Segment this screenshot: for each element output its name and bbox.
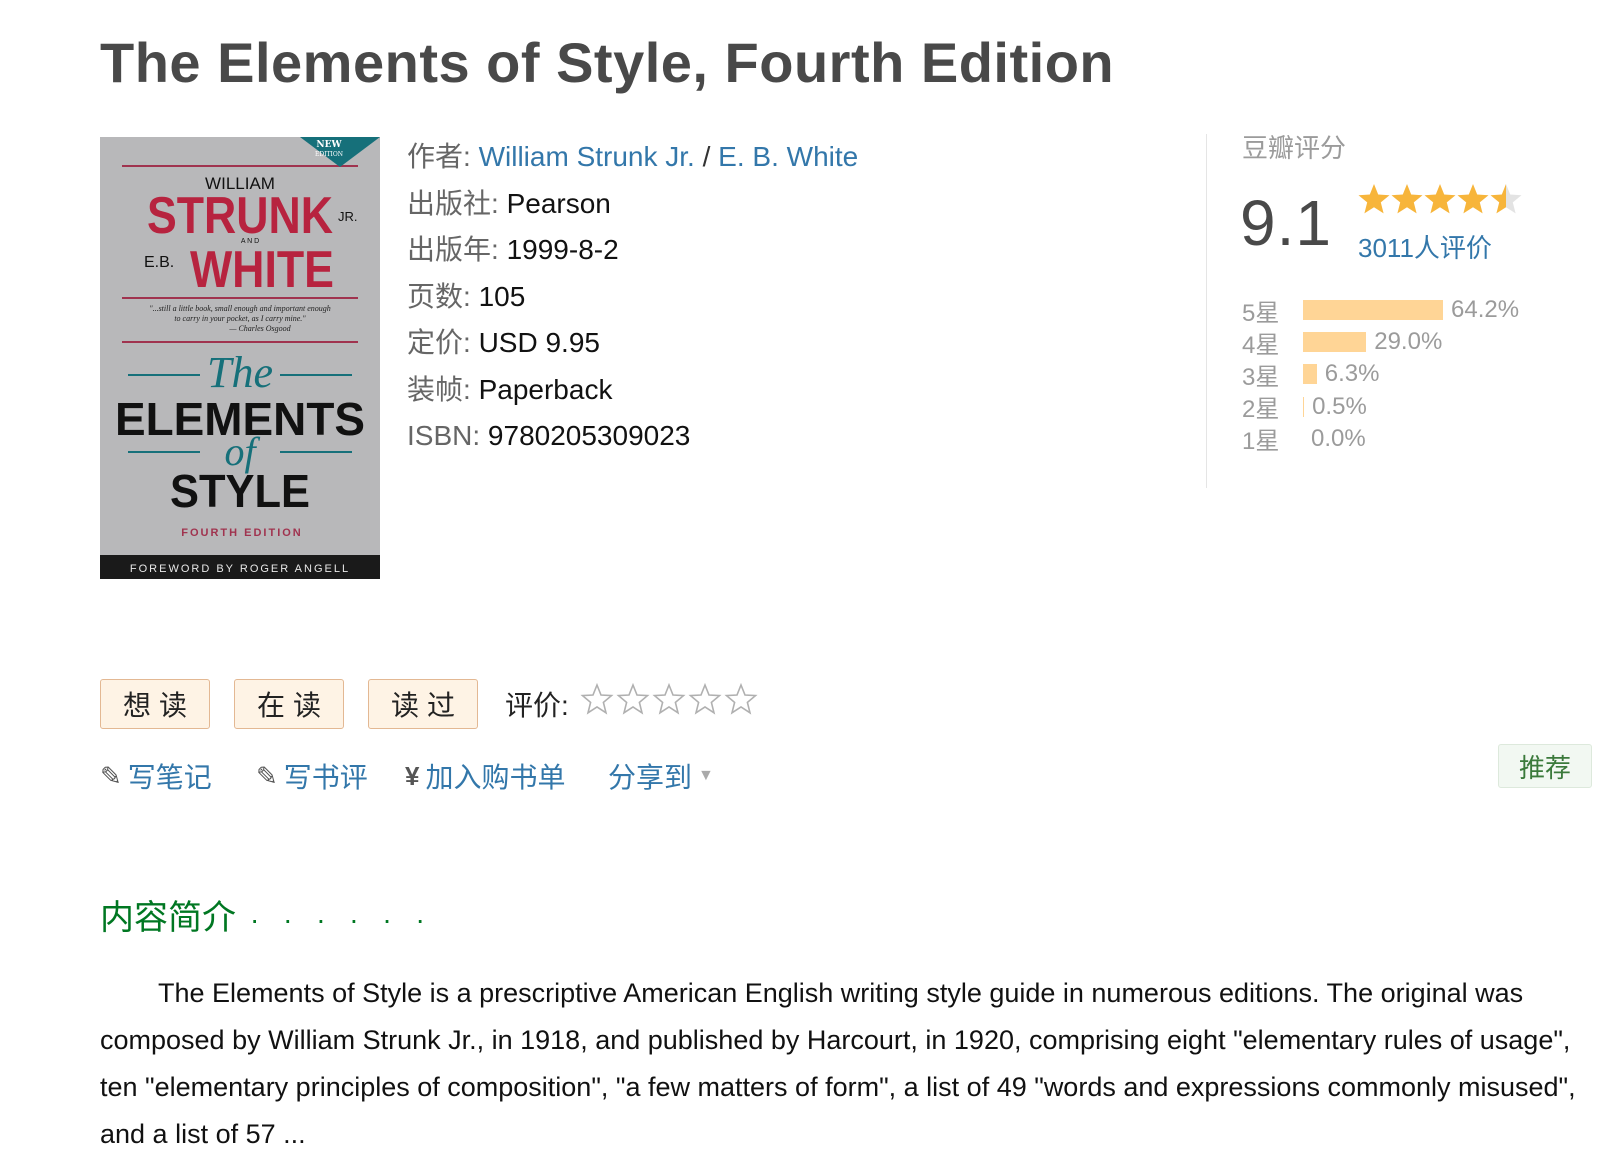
star-full-1 — [1358, 184, 1390, 214]
star-full-3 — [1424, 184, 1456, 214]
binding-value: Paperback — [478, 373, 613, 405]
price-row: 定价: USD 9.95 — [407, 327, 600, 358]
pages-value: 105 — [478, 280, 526, 312]
rating-count-link[interactable]: 3011人评价 — [1358, 228, 1492, 265]
svg-text:NEW: NEW — [316, 140, 342, 150]
rate-star-empty-icon[interactable] — [724, 683, 758, 715]
rate-star-empty-icon[interactable] — [652, 683, 686, 715]
rating-dist-percent: 0.0% — [1311, 424, 1366, 452]
rating-stars — [1358, 182, 1524, 221]
book-cover-image[interactable]: NEW EDITION WILLIAM STRUNK JR. A N D E.B… — [100, 137, 380, 579]
rate-star-empty-icon[interactable] — [580, 683, 614, 715]
want-to-read-button[interactable]: 想读 — [100, 679, 210, 729]
author-label: 作者 — [407, 141, 464, 172]
recommend-button[interactable]: 推荐 — [1498, 744, 1592, 788]
rating-dist-percent: 29.0% — [1374, 328, 1443, 356]
author-link-strunk[interactable]: William Strunk Jr. — [479, 141, 695, 172]
rate-stars[interactable] — [580, 683, 758, 715]
rating-dist-row: 5星 64.2% — [1242, 295, 1520, 327]
rating-dist-label: 3星 — [1242, 363, 1280, 391]
svg-text:FOURTH EDITION: FOURTH EDITION — [181, 527, 303, 539]
rating-section-label: 豆瓣评分 — [1242, 133, 1347, 163]
svg-text:— Charles Osgood: — Charles Osgood — [228, 324, 291, 333]
share-dropdown[interactable]: 分享到 ▼ — [608, 756, 714, 796]
page-title: The Elements of Style, Fourth Edition — [100, 31, 1115, 94]
star-full-4 — [1457, 184, 1489, 214]
have-read-button[interactable]: 读过 — [368, 679, 478, 729]
svg-text:STRUNK: STRUNK — [147, 187, 333, 245]
isbn-value: 9780205309023 — [487, 420, 691, 451]
rate-star-empty-icon[interactable] — [616, 683, 650, 715]
price-value: USD 9.95 — [478, 327, 600, 358]
rating-dist-label: 5星 — [1242, 299, 1280, 327]
rating-dist-row: 3星 6.3% — [1242, 359, 1380, 391]
author-link-white[interactable]: E. B. White — [718, 141, 858, 172]
pencil-icon: ✎ — [100, 760, 122, 791]
svg-text:STYLE: STYLE — [170, 465, 310, 517]
rating-dist-label: 1星 — [1242, 428, 1280, 456]
intro-heading: 内容简介 · · · · · · — [100, 899, 433, 937]
add-to-booklist-link[interactable]: ¥ 加入购书单 — [405, 756, 565, 796]
write-review-link[interactable]: ✎ 写书评 — [256, 756, 368, 796]
yen-icon: ¥ — [405, 760, 420, 791]
svg-text:JR.: JR. — [338, 209, 358, 224]
isbn-row: ISBN: 9780205309023 — [407, 420, 691, 451]
svg-text:EDITION: EDITION — [315, 151, 343, 158]
svg-text:to carry in your pocket, as I: to carry in your pocket, as I carry mine… — [174, 314, 306, 323]
publisher-value: Pearson — [506, 187, 611, 219]
rating-dist-label: 2星 — [1242, 396, 1280, 424]
rating-dist-bar — [1303, 332, 1367, 353]
rating-dist-bar — [1303, 396, 1305, 417]
svg-text:FOREWORD BY ROGER ANGELL: FOREWORD BY ROGER ANGELL — [130, 563, 350, 575]
star-full-2 — [1391, 184, 1423, 214]
reading-button[interactable]: 在读 — [234, 679, 344, 729]
pages-row: 页数: 105 — [407, 280, 526, 312]
rating-dist-row: 2星 0.5% — [1242, 392, 1367, 424]
binding-row: 装帧: Paperback — [407, 373, 613, 405]
author-row: 作者: William Strunk Jr. / E. B. White — [407, 141, 859, 172]
rating-dist-bar — [1303, 364, 1317, 385]
rating-score: 9.1 — [1240, 187, 1332, 259]
svg-text:The: The — [207, 348, 273, 397]
pencil-icon: ✎ — [256, 760, 278, 791]
svg-text:WHITE: WHITE — [190, 241, 334, 299]
year-value: 1999-8-2 — [506, 234, 619, 265]
write-note-link[interactable]: ✎ 写笔记 — [100, 756, 212, 796]
rating-dist-row: 4星 29.0% — [1242, 327, 1443, 359]
star-half-5 — [1490, 184, 1522, 214]
rating-dist-row: 1星 0.0% — [1242, 424, 1366, 456]
dropdown-arrow-icon: ▼ — [698, 767, 714, 784]
rating-dist-percent: 64.2% — [1451, 296, 1520, 323]
rating-divider — [1206, 134, 1207, 488]
publisher-row: 出版社: Pearson — [407, 187, 611, 219]
intro-text: The Elements of Style is a prescriptive … — [100, 978, 1576, 1149]
rating-dist-bar — [1303, 300, 1443, 320]
svg-text:E.B.: E.B. — [144, 254, 174, 271]
rate-star-empty-icon[interactable] — [688, 683, 722, 715]
svg-text:"...still a little book, small: "...still a little book, small enough an… — [149, 304, 331, 313]
rating-dist-percent: 6.3% — [1324, 360, 1380, 388]
rating-dist-label: 4星 — [1242, 331, 1280, 359]
book-info: 作者: William Strunk Jr. / E. B. White 出版社… — [407, 134, 858, 460]
rate-label: 评价: — [505, 690, 569, 721]
rating-dist-percent: 0.5% — [1312, 392, 1367, 420]
year-row: 出版年: 1999-8-2 — [407, 234, 619, 265]
